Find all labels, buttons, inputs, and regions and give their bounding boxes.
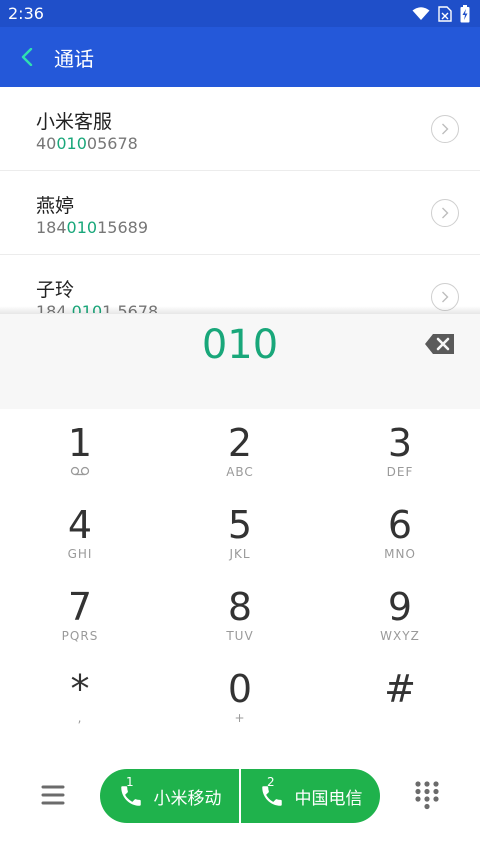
app-bar: 通话 — [0, 27, 480, 87]
key-letters: WXYZ — [380, 629, 420, 643]
key-8[interactable]: 8 TUV — [160, 573, 320, 655]
status-time: 2:36 — [8, 4, 44, 23]
carrier-label: 中国电信 — [294, 788, 363, 809]
contact-row[interactable]: 燕婷 18401015689 — [0, 171, 480, 255]
key-letters: + — [234, 711, 246, 725]
contact-results-list: 小米客服 4001005678 燕婷 18401015689 子玲 184 01… — [0, 87, 480, 313]
key-0[interactable]: 0 + — [160, 655, 320, 737]
key-letters — [320, 711, 480, 725]
carrier-label: 小米移动 — [153, 788, 222, 809]
key-hash[interactable]: # — [320, 655, 480, 737]
wifi-icon — [412, 6, 430, 20]
no-sim-icon — [438, 5, 452, 22]
key-5[interactable]: 5 JKL — [160, 491, 320, 573]
battery-charging-icon — [460, 4, 470, 22]
contact-detail-button[interactable] — [431, 115, 459, 143]
key-digit: 7 — [67, 585, 93, 629]
dial-display: 010 — [0, 314, 480, 409]
key-digit: 1 — [67, 421, 93, 465]
key-letters: DEF — [386, 465, 414, 479]
contact-row[interactable]: 小米客服 4001005678 — [0, 87, 480, 171]
key-letters: JKL — [229, 547, 251, 561]
dialed-number: 010 — [201, 322, 279, 368]
sim-number: 2 — [267, 775, 275, 789]
dial-keypad: 1 2 ABC 3 DEF 4 GHI 5 JKL 6 MNO 7 PQRS 8… — [0, 409, 480, 749]
dialpad-toggle-icon[interactable] — [414, 780, 440, 810]
voicemail-icon — [0, 465, 160, 479]
menu-icon[interactable] — [38, 780, 68, 810]
key-digit: 6 — [387, 503, 413, 547]
key-letters: MNO — [384, 547, 416, 561]
key-letters: GHI — [67, 547, 93, 561]
backspace-icon[interactable] — [424, 332, 456, 356]
key-digit: 5 — [227, 503, 253, 547]
key-digit: 3 — [387, 421, 413, 465]
status-icons — [412, 4, 470, 23]
contact-name: 燕婷 — [36, 195, 75, 217]
key-digit: * — [70, 667, 90, 711]
key-digit: 8 — [227, 585, 253, 629]
chevron-right-icon — [442, 123, 449, 135]
key-4[interactable]: 4 GHI — [0, 491, 160, 573]
page-title: 通话 — [54, 46, 94, 71]
key-digit: 4 — [67, 503, 93, 547]
key-6[interactable]: 6 MNO — [320, 491, 480, 573]
back-arrow-icon — [21, 48, 33, 66]
contact-name: 子玲 — [36, 279, 75, 301]
key-letters: ABC — [226, 465, 254, 479]
contact-row[interactable]: 子玲 184 0101 5678 — [0, 255, 480, 313]
key-9[interactable]: 9 WXYZ — [320, 573, 480, 655]
contact-number: 18401015689 — [36, 218, 148, 237]
chevron-right-icon — [442, 207, 449, 219]
call-sim1-button[interactable]: 1 小米移动 — [100, 769, 239, 823]
key-3[interactable]: 3 DEF — [320, 409, 480, 491]
back-button[interactable] — [0, 27, 54, 87]
key-7[interactable]: 7 PQRS — [0, 573, 160, 655]
key-2[interactable]: 2 ABC — [160, 409, 320, 491]
call-button-group: 1 小米移动 2 中国电信 — [100, 769, 380, 823]
contact-detail-button[interactable] — [431, 199, 459, 227]
key-letters: , — [77, 711, 83, 725]
key-digit: 0 — [227, 667, 253, 711]
bottom-bar: 1 小米移动 2 中国电信 — [0, 749, 480, 853]
contact-number: 4001005678 — [36, 134, 138, 153]
key-letters: PQRS — [61, 629, 99, 643]
status-bar: 2:36 — [0, 0, 480, 27]
sim-number: 1 — [126, 775, 134, 789]
chevron-right-icon — [442, 291, 449, 303]
key-star[interactable]: * , — [0, 655, 160, 737]
contact-name: 小米客服 — [36, 111, 113, 133]
key-digit: 9 — [387, 585, 413, 629]
key-letters: TUV — [226, 629, 254, 643]
key-1[interactable]: 1 — [0, 409, 160, 491]
key-digit: # — [384, 667, 416, 711]
call-sim2-button[interactable]: 2 中国电信 — [239, 769, 380, 823]
key-digit: 2 — [227, 421, 253, 465]
